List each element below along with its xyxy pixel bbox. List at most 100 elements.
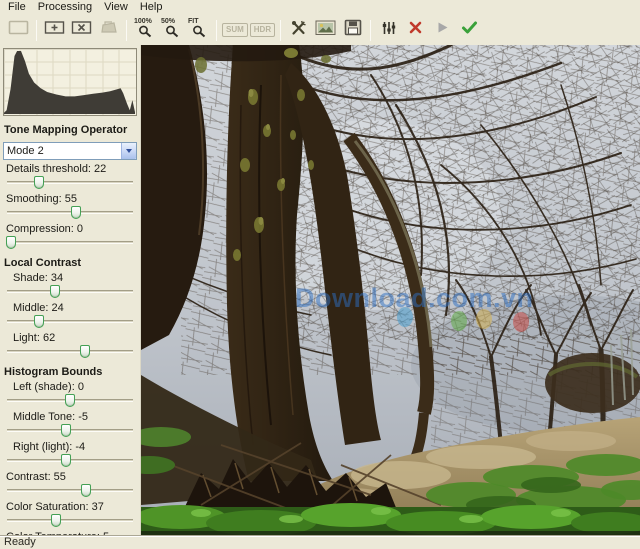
slider-group-middle: Middle: 24 [3,302,137,329]
slider-label-smoothing: Smoothing: 55 [6,193,77,205]
remove-image-button[interactable] [69,17,94,43]
slider-groove [7,350,133,353]
zoom-100-button[interactable]: 100% [132,17,157,43]
check-icon [461,20,478,40]
slider-groove [7,290,133,293]
save-button[interactable] [340,17,365,43]
menu-file[interactable]: File [3,1,33,14]
tone-mapping-operator-label: Tone Mapping Operator [4,124,128,136]
toolbar-separator [216,19,217,41]
balloon-yellow [476,309,492,329]
cancel-button[interactable] [403,17,428,43]
selection-button [6,17,31,43]
slider-label-compression: Compression: 0 [6,223,84,235]
cross-icon [408,20,423,40]
slider-thumb-shade[interactable] [49,285,60,298]
slider-thumb-left-shade[interactable] [65,394,75,407]
status-text: Ready [4,536,36,548]
slider-thumb-compression[interactable] [5,236,16,249]
slider-right-light[interactable] [7,453,133,468]
section-local-contrast: Local Contrast [4,257,82,269]
toolbar-separator [36,19,37,41]
image-viewport[interactable]: Download.com.vn [141,45,640,535]
slider-color-saturation[interactable] [7,513,133,528]
slider-label-color-saturation: Color Saturation: 37 [6,501,104,513]
play-icon [435,20,450,40]
slider-groove [7,519,133,522]
sum-mode-button: SUM [222,17,248,43]
run-button [430,17,455,43]
slider-group-details-threshold: Details threshold: 22 [3,163,137,190]
zoom-50-button[interactable]: 50% [159,17,184,43]
open-image-button[interactable] [313,17,338,43]
slider-middle-tone[interactable] [7,423,133,438]
magnifier-icon [192,25,206,43]
menu-view[interactable]: View [99,1,135,14]
floppy-icon [344,19,362,41]
slider-label-details-threshold: Details threshold: 22 [6,163,107,175]
slider-thumb-smoothing[interactable] [71,206,82,219]
slider-groove [7,320,133,323]
slider-group-compression: Compression: 0 [3,223,137,250]
slider-left-shade[interactable] [7,393,133,408]
slider-groove [7,181,133,184]
slider-group-light: Light: 62 [3,332,137,359]
photo-canvas: Download.com.vn [141,45,640,535]
tone-settings-button[interactable] [376,17,401,43]
balloon-blue [397,307,413,327]
combo-dropdown-button[interactable] [121,143,136,159]
toolbar: 100% 50% FIT SUM HDR [0,15,640,45]
slider-contrast[interactable] [7,483,133,498]
slider-thumb-right-light[interactable] [61,454,72,467]
slider-thumb-contrast[interactable] [81,484,92,497]
rect-x-icon [71,20,92,40]
picture-icon [315,19,336,41]
slider-shade[interactable] [7,284,133,299]
slider-smoothing[interactable] [7,205,133,220]
sum-mode-label: SUM [222,23,248,37]
chevron-down-icon [126,149,132,153]
slider-groove [7,489,133,492]
slider-label-contrast: Contrast: 55 [6,471,66,483]
menu-processing[interactable]: Processing [33,1,99,14]
toolbar-separator [126,19,127,41]
slider-group-right-light: Right (light): -4 [3,441,137,468]
slider-label-light: Light: 62 [13,332,56,344]
menu-bar: File Processing View Help [0,0,640,15]
sidebar-controls: Details threshold: 22 Smoothing: 55 Compre… [3,163,137,549]
sidebar: Tone Mapping Operator Mode 2 Details thr… [0,45,141,549]
zoom-100-label: 100% [134,17,152,25]
tools-button[interactable] [286,17,311,43]
slider-details-threshold[interactable] [7,175,133,190]
slider-group-smoothing: Smoothing: 55 [3,193,137,220]
slider-compression[interactable] [5,235,133,250]
slider-middle[interactable] [7,314,133,329]
toolbar-separator [280,19,282,41]
slider-thumb-color-saturation[interactable] [51,514,62,527]
hdr-mode-button: HDR [249,17,276,43]
histogram-chart [4,49,136,115]
status-bar: Ready [0,535,640,549]
apply-button[interactable] [457,17,482,43]
slider-group-middle-tone: Middle Tone: -5 [3,411,137,438]
add-image-button[interactable] [42,17,67,43]
slider-thumb-details-threshold[interactable] [33,176,44,189]
slider-label-middle-tone: Middle Tone: -5 [13,411,89,423]
slider-thumb-light[interactable] [80,345,91,358]
slider-light[interactable] [7,344,133,359]
magnifier-icon [138,25,152,43]
slider-thumb-middle[interactable] [33,315,44,328]
balloon-green [451,311,467,331]
slider-thumb-middle-tone[interactable] [61,424,72,437]
menu-help[interactable]: Help [135,1,170,14]
slider-group-shade: Shade: 34 [3,272,137,299]
watermark-text: Download.com.vn [295,283,534,313]
rect-empty-icon [8,20,29,40]
zoom-fit-label: FIT [188,17,199,25]
zoom-50-label: 50% [161,17,176,25]
zoom-fit-button[interactable]: FIT [186,17,211,43]
toolbar-separator [370,19,372,41]
tools-icon [290,20,307,41]
balloon-red [513,312,529,332]
tone-mapping-mode-select[interactable]: Mode 2 [3,142,137,160]
